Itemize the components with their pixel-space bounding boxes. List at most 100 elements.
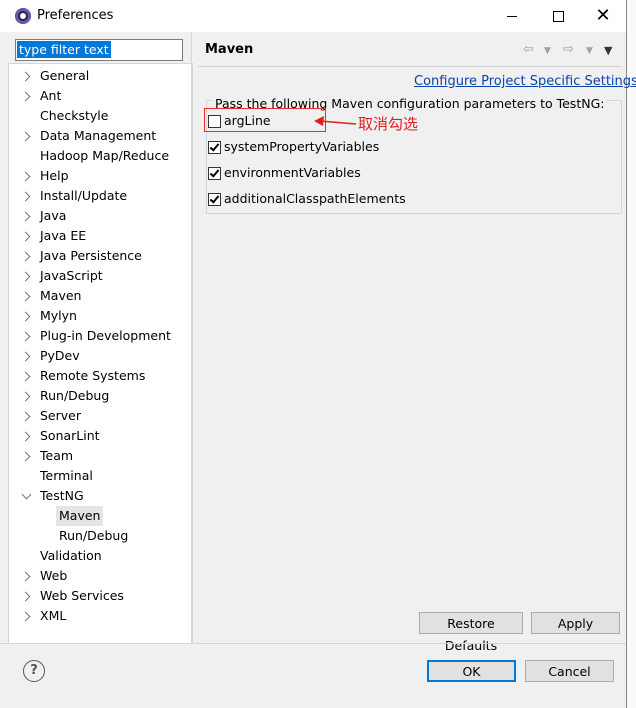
pane-splitter[interactable] xyxy=(191,32,192,643)
chevron-right-icon[interactable] xyxy=(20,171,31,182)
tree-item-label: Validation xyxy=(40,548,102,563)
back-history-dropdown-icon[interactable]: ▼ xyxy=(544,46,551,56)
background-window-edge xyxy=(626,0,636,708)
tree-item[interactable]: Web Services xyxy=(9,586,191,606)
checkbox[interactable] xyxy=(208,167,221,180)
tree-item-label: Web xyxy=(40,568,68,583)
tree-item[interactable]: Validation xyxy=(9,546,191,566)
back-arrow-icon[interactable]: ⇦ xyxy=(523,42,534,57)
preferences-dialog: Preferences ✕ type filter text General An… xyxy=(0,0,636,708)
checkbox[interactable] xyxy=(208,141,221,154)
chevron-right-icon[interactable] xyxy=(20,391,31,402)
header-divider xyxy=(198,66,622,67)
chevron-right-icon[interactable] xyxy=(20,131,31,142)
apply-button[interactable]: Apply xyxy=(531,612,620,634)
checkbox-label: additionalClasspathElements xyxy=(224,191,406,206)
tree-item[interactable]: Run/Debug xyxy=(9,526,191,546)
tree-item[interactable]: Server xyxy=(9,406,191,426)
tree-item[interactable]: TestNG xyxy=(9,486,191,506)
chevron-right-icon[interactable] xyxy=(20,251,31,262)
tree-item[interactable]: General xyxy=(9,66,191,86)
tree-item[interactable]: Maven xyxy=(9,286,191,306)
chevron-right-icon[interactable] xyxy=(20,311,31,322)
tree-item-label: PyDev xyxy=(40,348,80,363)
tree-item-label: Mylyn xyxy=(40,308,77,323)
preference-tree[interactable]: General Ant Checkstyle Data Management Hadoo… xyxy=(8,63,193,644)
tree-item[interactable]: Java EE xyxy=(9,226,191,246)
tree-item-label: Terminal xyxy=(40,468,93,483)
tree-item[interactable]: Ant xyxy=(9,86,191,106)
tree-item-label: Run/Debug xyxy=(59,528,129,543)
tree-item[interactable]: Java xyxy=(9,206,191,226)
close-button[interactable]: ✕ xyxy=(580,0,626,32)
tree-item-label: Run/Debug xyxy=(40,388,110,403)
chevron-right-icon[interactable] xyxy=(20,331,31,342)
chevron-right-icon[interactable] xyxy=(20,611,31,622)
tree-item[interactable]: Checkstyle xyxy=(9,106,191,126)
tree-item-label: Team xyxy=(40,448,74,463)
chevron-right-icon[interactable] xyxy=(20,191,31,202)
tree-item-label: Help xyxy=(40,168,69,183)
checkbox[interactable] xyxy=(208,193,221,206)
tree-item[interactable]: Install/Update xyxy=(9,186,191,206)
tree-item-label: TestNG xyxy=(40,488,84,503)
chevron-right-icon[interactable] xyxy=(20,351,31,362)
chevron-down-icon[interactable] xyxy=(21,489,32,500)
chevron-right-icon[interactable] xyxy=(20,271,31,282)
tree-item[interactable]: Terminal xyxy=(9,466,191,486)
chevron-right-icon[interactable] xyxy=(20,371,31,382)
tree-item[interactable]: Run/Debug xyxy=(9,386,191,406)
tree-item[interactable]: PyDev xyxy=(9,346,191,366)
configure-project-settings-link[interactable]: Configure Project Specific Settings... xyxy=(414,74,636,89)
tree-item[interactable]: JavaScript xyxy=(9,266,191,286)
tree-item-label: Server xyxy=(40,408,81,423)
tree-item[interactable]: SonarLint xyxy=(9,426,191,446)
title-bar: Preferences ✕ xyxy=(0,0,626,32)
chevron-right-icon[interactable] xyxy=(20,411,31,422)
restore-defaults-button[interactable]: Restore Defaults xyxy=(419,612,523,653)
chevron-right-icon[interactable] xyxy=(20,91,31,102)
checkbox-label: environmentVariables xyxy=(224,165,361,180)
tree-item-label: Remote Systems xyxy=(40,368,146,383)
tree-item-label: JavaScript xyxy=(40,268,103,283)
chevron-right-icon[interactable] xyxy=(20,291,31,302)
chevron-right-icon[interactable] xyxy=(20,571,31,582)
forward-arrow-icon[interactable]: ⇨ xyxy=(563,42,574,57)
tree-item[interactable]: Java Persistence xyxy=(9,246,191,266)
tree-item[interactable]: Mylyn xyxy=(9,306,191,326)
tree-item[interactable]: Remote Systems xyxy=(9,366,191,386)
window-title: Preferences xyxy=(37,8,114,23)
tree-item[interactable]: Web xyxy=(9,566,191,586)
tree-item[interactable]: XML xyxy=(9,606,191,626)
chevron-right-icon[interactable] xyxy=(20,431,31,442)
ok-button[interactable]: OK xyxy=(427,660,516,682)
minimize-button[interactable] xyxy=(489,0,535,32)
tree-item-label: General xyxy=(40,68,90,83)
chevron-right-icon[interactable] xyxy=(20,591,31,602)
tree-item[interactable]: Data Management xyxy=(9,126,191,146)
tree-item[interactable]: Team xyxy=(9,446,191,466)
chevron-right-icon[interactable] xyxy=(20,451,31,462)
page-title: Maven xyxy=(205,42,254,57)
tree-item[interactable]: Help xyxy=(9,166,191,186)
cancel-button[interactable]: Cancel xyxy=(525,660,614,682)
annotation-text: 取消勾选 xyxy=(358,115,419,133)
filter-field[interactable]: type filter text xyxy=(15,39,183,61)
eclipse-icon xyxy=(15,8,31,24)
help-icon[interactable]: ? xyxy=(23,660,45,682)
tree-item-label: XML xyxy=(40,608,67,623)
maximize-button[interactable] xyxy=(535,0,581,32)
view-menu-icon[interactable]: ▼ xyxy=(604,44,612,57)
checkbox-label: systemPropertyVariables xyxy=(224,139,380,154)
tree-item[interactable]: Plug-in Development xyxy=(9,326,191,346)
tree-item[interactable]: Maven xyxy=(9,506,191,526)
forward-history-dropdown-icon[interactable]: ▼ xyxy=(586,46,593,56)
chevron-right-icon[interactable] xyxy=(20,211,31,222)
minimize-icon xyxy=(507,16,517,17)
tree-item[interactable]: Hadoop Map/Reduce xyxy=(9,146,191,166)
tree-item-label: Data Management xyxy=(40,128,157,143)
filter-selected-text: type filter text xyxy=(17,41,111,58)
chevron-right-icon[interactable] xyxy=(20,71,31,82)
tree-item-label: Java EE xyxy=(40,228,87,243)
chevron-right-icon[interactable] xyxy=(20,231,31,242)
